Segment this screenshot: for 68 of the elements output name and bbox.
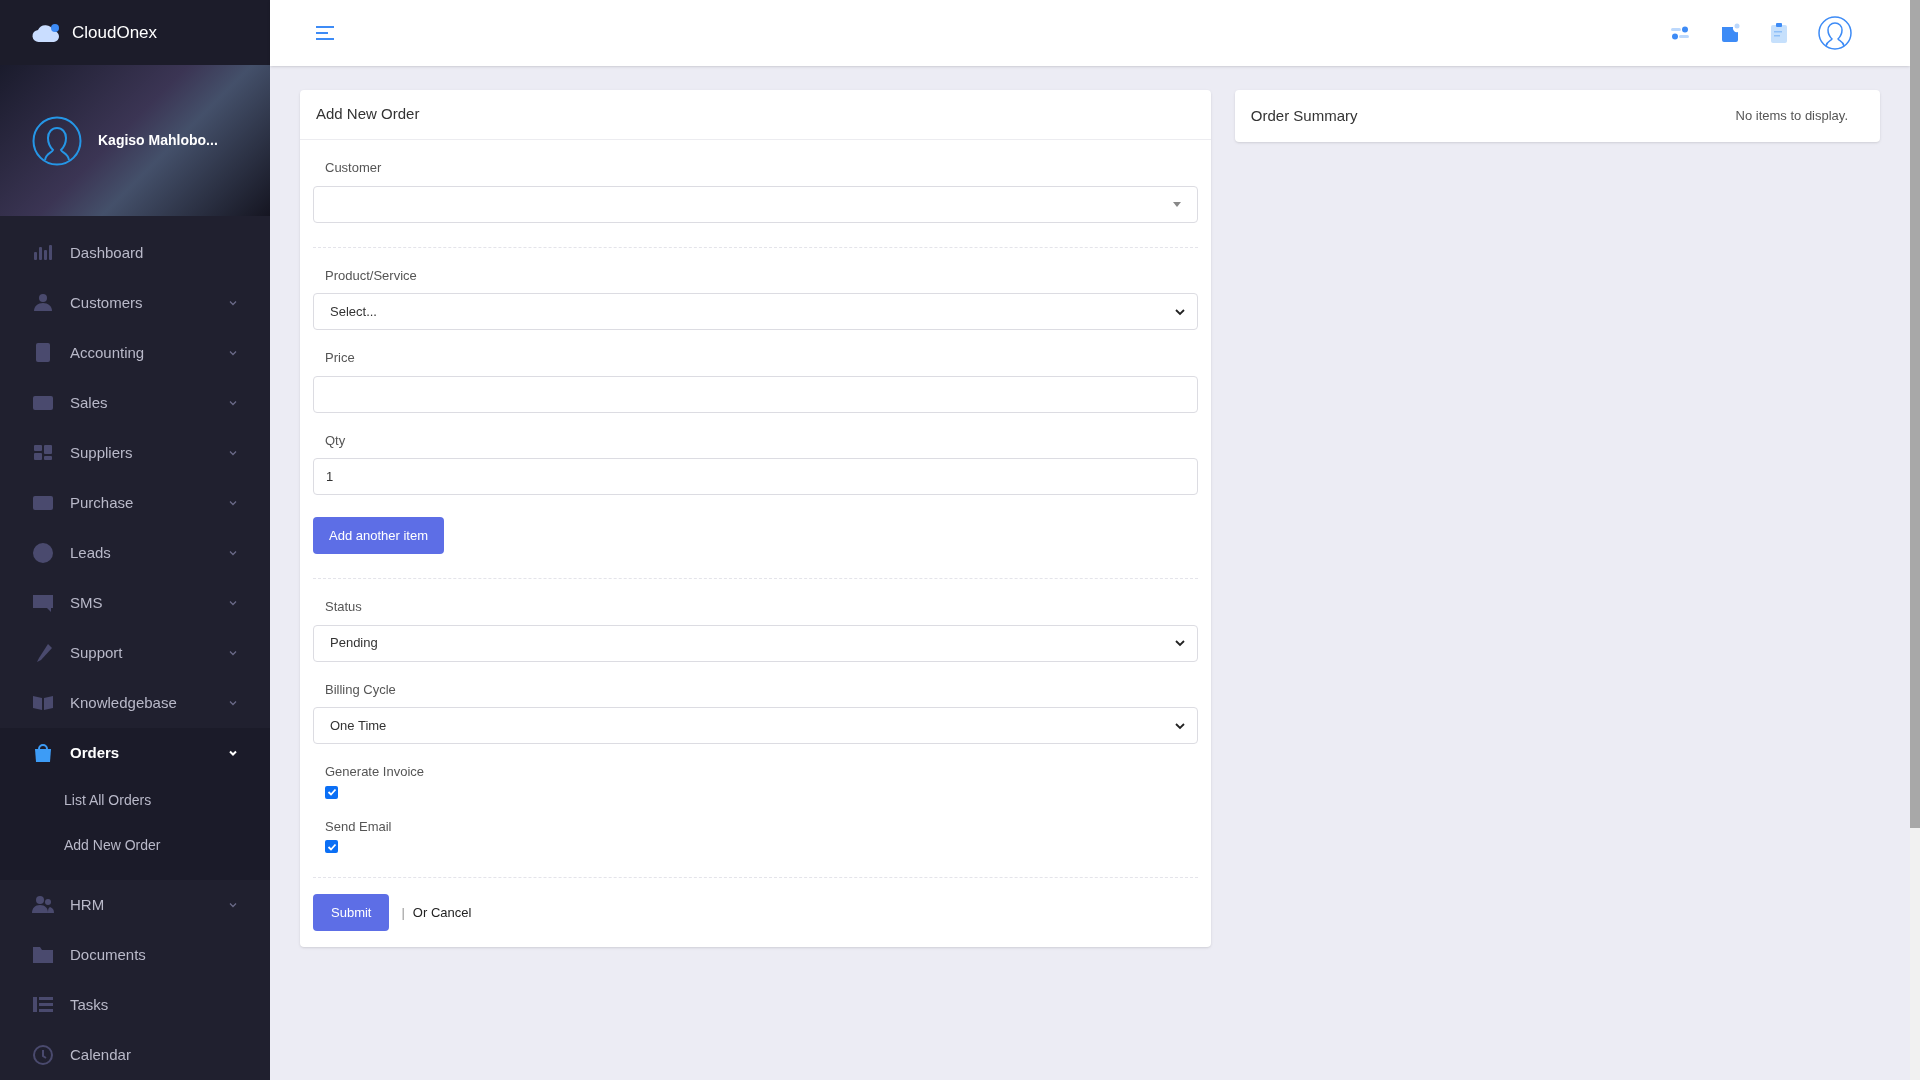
select-field[interactable]: One Time (313, 707, 1198, 744)
submenu-item[interactable]: Add New Order (0, 823, 270, 868)
sidebar-item[interactable]: Sales (0, 378, 270, 428)
people-icon (32, 894, 54, 916)
sidebar-item[interactable]: Tasks (0, 980, 270, 1030)
field-label: Status (324, 598, 363, 616)
sidebar-item[interactable]: Support (0, 628, 270, 678)
clock-icon (32, 1044, 54, 1066)
sidebar-item[interactable]: Dashboard (0, 228, 270, 278)
sidebar-item[interactable]: Knowledgebase (0, 678, 270, 728)
cloud-logo-icon (32, 22, 60, 43)
dropdown-triangle-icon (1172, 201, 1181, 207)
field-label: Billing Cycle (324, 680, 397, 699)
chevron-down-icon (228, 748, 238, 758)
select-field[interactable]: Pending (313, 624, 1198, 662)
folder-notification-icon[interactable] (1720, 23, 1740, 43)
chevron-down-icon (228, 900, 238, 910)
add-item-button[interactable]: Add another item (313, 517, 444, 554)
sidebar-item[interactable]: Accounting (0, 328, 270, 378)
submenu-item[interactable]: List All Orders (0, 778, 270, 823)
chevron-down-icon (228, 548, 238, 558)
sidebar-item[interactable]: Leads (0, 528, 270, 578)
sidebar-item[interactable]: Calendar (0, 1030, 270, 1080)
cancel-link[interactable]: Or Cancel (412, 902, 472, 923)
submit-button[interactable]: Submit (313, 894, 390, 931)
chevron-down-icon (228, 598, 238, 608)
field-label: Customer (324, 159, 383, 177)
bag-icon (32, 742, 54, 764)
empty-message: No items to display. (1735, 107, 1849, 126)
chevron-down-icon (1174, 721, 1185, 730)
field-label: Price (324, 349, 356, 367)
input-field[interactable] (313, 375, 1198, 413)
chat-icon (32, 592, 54, 614)
sidebar-item[interactable]: Purchase (0, 478, 270, 528)
chevron-down-icon (1174, 639, 1185, 647)
card-title: Order Summary (1250, 105, 1358, 126)
field-label: Send Email (324, 817, 393, 836)
user-name: Kagiso Mahlobo... (98, 131, 218, 151)
select-field[interactable]: Select... (313, 293, 1198, 330)
sidebar-item[interactable]: Suppliers (0, 428, 270, 478)
chevron-down-icon (228, 698, 238, 708)
chevron-down-icon (228, 348, 238, 358)
user-avatar-icon (32, 115, 82, 166)
chevron-down-icon (228, 498, 238, 508)
chevron-down-icon (1174, 307, 1185, 316)
sidebar-item[interactable]: Documents (0, 930, 270, 980)
chevron-down-icon (228, 398, 238, 408)
chevron-down-icon (228, 298, 238, 308)
chevron-down-icon (228, 448, 238, 458)
sidebar-item[interactable]: Customers (0, 278, 270, 328)
clipboard-icon[interactable] (1770, 22, 1788, 44)
chevron-down-icon (228, 648, 238, 658)
person-icon (32, 292, 54, 314)
checkbox[interactable] (325, 785, 338, 799)
sidebar-item[interactable]: SMS (0, 578, 270, 628)
field-label: Qty (324, 431, 347, 450)
sidebar-item[interactable]: Orders (0, 728, 270, 778)
input-field[interactable]: 1 (313, 458, 1198, 495)
settings-toggles-icon[interactable] (1670, 25, 1690, 41)
card-title: Add New Order (316, 104, 420, 125)
field-label: Product/Service (324, 266, 418, 285)
field-label: Generate Invoice (324, 763, 425, 781)
brand-name: CloudOnex (72, 21, 158, 44)
user-avatar-icon[interactable] (1818, 16, 1852, 50)
sidebar-item[interactable]: HRM (0, 880, 270, 930)
checkbox[interactable] (325, 840, 338, 853)
folder-icon (32, 944, 54, 966)
separator: | (401, 903, 405, 922)
